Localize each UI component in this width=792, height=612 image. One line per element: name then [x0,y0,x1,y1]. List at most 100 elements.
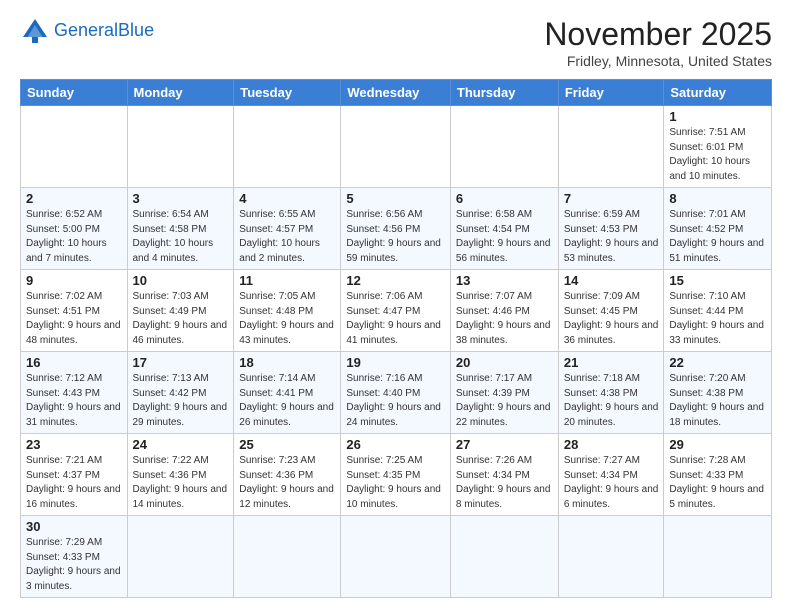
day-info: Sunrise: 7:13 AM Sunset: 4:42 PM Dayligh… [133,372,229,430]
weekday-header-sunday: Sunday [21,80,128,106]
day-number: 5 [346,191,445,206]
day-number: 9 [26,273,122,288]
day-info: Sunrise: 7:29 AM Sunset: 4:33 PM Dayligh… [26,536,122,594]
logo: GeneralBlue [20,16,154,46]
weekday-header-row: SundayMondayTuesdayWednesdayThursdayFrid… [21,80,772,106]
day-info: Sunrise: 7:02 AM Sunset: 4:51 PM Dayligh… [26,290,122,348]
day-number: 1 [669,109,766,124]
day-cell [558,106,664,188]
day-info: Sunrise: 7:07 AM Sunset: 4:46 PM Dayligh… [456,290,553,348]
logo-general: General [54,20,118,40]
day-info: Sunrise: 6:55 AM Sunset: 4:57 PM Dayligh… [239,208,335,266]
day-cell: 18Sunrise: 7:14 AM Sunset: 4:41 PM Dayli… [234,352,341,434]
day-info: Sunrise: 7:12 AM Sunset: 4:43 PM Dayligh… [26,372,122,430]
day-cell [341,516,451,598]
day-cell [664,516,772,598]
day-cell: 28 Sunrise: 7:27 AM Sunset: 4:34 PM Dayli… [558,434,664,516]
day-number: 29 [669,437,766,452]
day-number: 19 [346,355,445,370]
day-number: 2 [26,191,122,206]
weekday-header-saturday: Saturday [664,80,772,106]
day-info: Sunrise: 7:06 AM Sunset: 4:47 PM Dayligh… [346,290,445,348]
day-number: 11 [239,273,335,288]
day-info: Sunrise: 6:52 AM Sunset: 5:00 PM Dayligh… [26,208,122,266]
day-cell: 26Sunrise: 7:25 AM Sunset: 4:35 PM Dayli… [341,434,451,516]
day-info: Sunrise: 7:01 AM Sunset: 4:52 PM Dayligh… [669,208,766,266]
day-cell: 24 Sunrise: 7:22 AM Sunset: 4:36 PM Dayli… [127,434,234,516]
day-info: Sunrise: 7:27 AM Sunset: 4:34 PM Dayligh… [564,454,659,512]
page: GeneralBlue November 2025 Fridley, Minne… [0,0,792,612]
day-number: 8 [669,191,766,206]
day-cell: 17 Sunrise: 7:13 AM Sunset: 4:42 PM Dayli… [127,352,234,434]
day-number: 27 [456,437,553,452]
day-cell [21,106,128,188]
day-cell: 5 Sunrise: 6:56 AM Sunset: 4:56 PM Daylig… [341,188,451,270]
day-cell: 4 Sunrise: 6:55 AM Sunset: 4:57 PM Daylig… [234,188,341,270]
day-info: Sunrise: 6:58 AM Sunset: 4:54 PM Dayligh… [456,208,553,266]
day-cell [341,106,451,188]
day-cell [558,516,664,598]
day-info: Sunrise: 6:59 AM Sunset: 4:53 PM Dayligh… [564,208,659,266]
day-cell: 1 Sunrise: 7:51 AM Sunset: 6:01 PM Daylig… [664,106,772,188]
week-row-6: 30 Sunrise: 7:29 AM Sunset: 4:33 PM Dayli… [21,516,772,598]
day-number: 28 [564,437,659,452]
day-cell: 14Sunrise: 7:09 AM Sunset: 4:45 PM Dayli… [558,270,664,352]
week-row-5: 23 Sunrise: 7:21 AM Sunset: 4:37 PM Dayli… [21,434,772,516]
day-cell: 16 Sunrise: 7:12 AM Sunset: 4:43 PM Dayli… [21,352,128,434]
day-info: Sunrise: 6:54 AM Sunset: 4:58 PM Dayligh… [133,208,229,266]
week-row-2: 2 Sunrise: 6:52 AM Sunset: 5:00 PM Daylig… [21,188,772,270]
day-cell: 30 Sunrise: 7:29 AM Sunset: 4:33 PM Dayli… [21,516,128,598]
day-cell [234,516,341,598]
day-number: 30 [26,519,122,534]
day-number: 4 [239,191,335,206]
day-info: Sunrise: 7:20 AM Sunset: 4:38 PM Dayligh… [669,372,766,430]
day-cell [450,516,558,598]
day-cell: 8 Sunrise: 7:01 AM Sunset: 4:52 PM Daylig… [664,188,772,270]
weekday-header-friday: Friday [558,80,664,106]
day-cell [127,106,234,188]
day-number: 23 [26,437,122,452]
day-info: Sunrise: 7:21 AM Sunset: 4:37 PM Dayligh… [26,454,122,512]
day-info: Sunrise: 7:16 AM Sunset: 4:40 PM Dayligh… [346,372,445,430]
day-info: Sunrise: 7:10 AM Sunset: 4:44 PM Dayligh… [669,290,766,348]
calendar: SundayMondayTuesdayWednesdayThursdayFrid… [20,79,772,598]
day-cell: 29Sunrise: 7:28 AM Sunset: 4:33 PM Dayli… [664,434,772,516]
day-info: Sunrise: 7:22 AM Sunset: 4:36 PM Dayligh… [133,454,229,512]
day-info: Sunrise: 7:14 AM Sunset: 4:41 PM Dayligh… [239,372,335,430]
day-info: Sunrise: 7:05 AM Sunset: 4:48 PM Dayligh… [239,290,335,348]
day-info: Sunrise: 7:18 AM Sunset: 4:38 PM Dayligh… [564,372,659,430]
week-row-1: 1 Sunrise: 7:51 AM Sunset: 6:01 PM Daylig… [21,106,772,188]
day-number: 20 [456,355,553,370]
day-cell: 12 Sunrise: 7:06 AM Sunset: 4:47 PM Dayli… [341,270,451,352]
day-number: 24 [133,437,229,452]
weekday-header-thursday: Thursday [450,80,558,106]
logo-icon [20,16,50,46]
day-number: 21 [564,355,659,370]
day-cell [234,106,341,188]
day-cell [450,106,558,188]
day-cell: 19 Sunrise: 7:16 AM Sunset: 4:40 PM Dayli… [341,352,451,434]
location: Fridley, Minnesota, United States [544,53,772,69]
weekday-header-wednesday: Wednesday [341,80,451,106]
day-cell: 2 Sunrise: 6:52 AM Sunset: 5:00 PM Daylig… [21,188,128,270]
day-number: 16 [26,355,122,370]
day-cell: 6Sunrise: 6:58 AM Sunset: 4:54 PM Daylig… [450,188,558,270]
day-number: 26 [346,437,445,452]
week-row-4: 16 Sunrise: 7:12 AM Sunset: 4:43 PM Dayli… [21,352,772,434]
day-cell: 11 Sunrise: 7:05 AM Sunset: 4:48 PM Dayli… [234,270,341,352]
day-number: 17 [133,355,229,370]
day-number: 25 [239,437,335,452]
day-info: Sunrise: 7:23 AM Sunset: 4:36 PM Dayligh… [239,454,335,512]
day-number: 12 [346,273,445,288]
day-cell: 22Sunrise: 7:20 AM Sunset: 4:38 PM Dayli… [664,352,772,434]
day-cell: 27Sunrise: 7:26 AM Sunset: 4:34 PM Dayli… [450,434,558,516]
month-title: November 2025 [544,16,772,53]
day-info: Sunrise: 7:51 AM Sunset: 6:01 PM Dayligh… [669,126,766,184]
day-cell: 23 Sunrise: 7:21 AM Sunset: 4:37 PM Dayli… [21,434,128,516]
day-number: 3 [133,191,229,206]
day-cell: 10Sunrise: 7:03 AM Sunset: 4:49 PM Dayli… [127,270,234,352]
day-number: 13 [456,273,553,288]
day-number: 10 [133,273,229,288]
day-cell: 21 Sunrise: 7:18 AM Sunset: 4:38 PM Dayli… [558,352,664,434]
day-info: Sunrise: 6:56 AM Sunset: 4:56 PM Dayligh… [346,208,445,266]
